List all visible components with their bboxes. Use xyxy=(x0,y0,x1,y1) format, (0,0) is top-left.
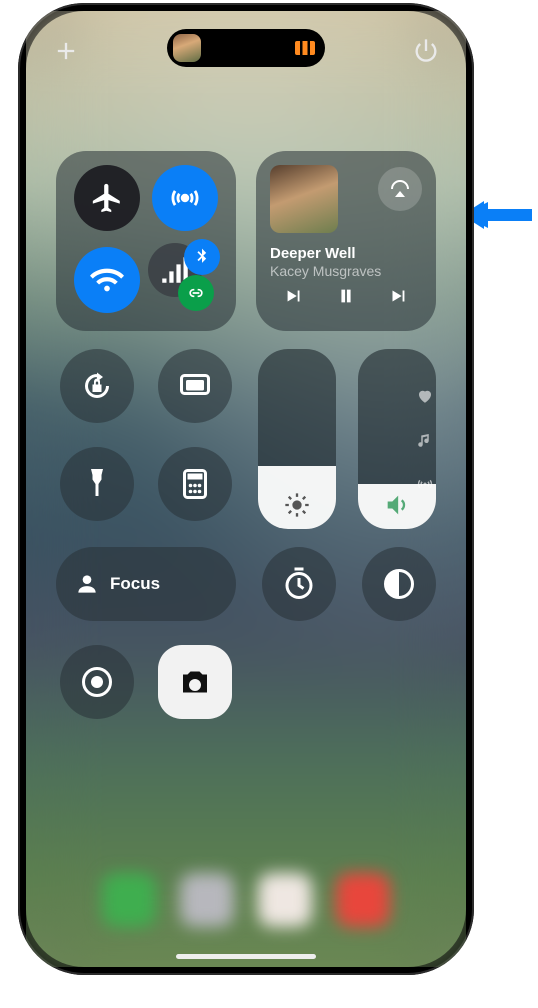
track-artist: Kacey Musgraves xyxy=(270,263,422,279)
home-indicator[interactable] xyxy=(176,954,316,959)
screen-mirroring-button[interactable] xyxy=(158,349,232,423)
dynamic-island[interactable] xyxy=(167,29,325,67)
track-title: Deeper Well xyxy=(270,246,422,263)
focus-label: Focus xyxy=(110,574,160,594)
focus-button[interactable]: Focus xyxy=(56,547,236,621)
power-icon[interactable] xyxy=(412,37,440,65)
focus-icon xyxy=(74,571,100,597)
screen: Deeper Well Kacey Musgraves xyxy=(26,11,466,967)
previous-track-button[interactable] xyxy=(283,285,305,307)
orientation-lock-button[interactable] xyxy=(60,349,134,423)
flashlight-button[interactable] xyxy=(60,447,134,521)
heart-page-icon[interactable] xyxy=(416,387,434,405)
now-playing-thumb-icon xyxy=(173,34,201,62)
airplay-button[interactable] xyxy=(378,167,422,211)
timer-button[interactable] xyxy=(262,547,336,621)
personal-hotspot-icon[interactable] xyxy=(178,275,214,311)
volume-icon xyxy=(383,491,411,519)
bluetooth-icon[interactable] xyxy=(184,239,220,275)
dock-blur xyxy=(48,861,444,939)
connectivity-group[interactable] xyxy=(56,151,236,331)
wifi-button[interactable] xyxy=(74,247,140,313)
now-playing-tile[interactable]: Deeper Well Kacey Musgraves xyxy=(256,151,436,331)
airdrop-button[interactable] xyxy=(152,165,218,231)
brightness-slider[interactable] xyxy=(258,349,336,529)
radio-page-icon[interactable] xyxy=(416,475,434,493)
page-indicator[interactable] xyxy=(416,387,434,493)
dark-mode-button[interactable] xyxy=(362,547,436,621)
audio-bars-icon xyxy=(295,41,315,55)
calculator-button[interactable] xyxy=(158,447,232,521)
album-art-icon xyxy=(270,165,338,233)
screen-record-button[interactable] xyxy=(60,645,134,719)
music-page-icon[interactable] xyxy=(416,431,434,449)
play-pause-button[interactable] xyxy=(335,285,357,307)
iphone-frame: Deeper Well Kacey Musgraves xyxy=(18,3,474,975)
camera-button[interactable] xyxy=(158,645,232,719)
add-control-icon[interactable] xyxy=(52,37,80,65)
brightness-icon xyxy=(283,491,311,519)
airplane-mode-button[interactable] xyxy=(74,165,140,231)
next-track-button[interactable] xyxy=(387,285,409,307)
